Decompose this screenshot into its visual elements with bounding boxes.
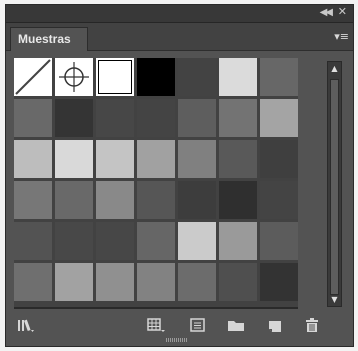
color-swatch[interactable] — [178, 181, 216, 219]
swatch-libraries-menu-button[interactable] — [16, 316, 36, 334]
color-swatch[interactable] — [137, 99, 175, 137]
delete-swatch-button[interactable] — [303, 316, 323, 334]
color-swatch[interactable] — [14, 222, 52, 260]
color-swatch[interactable] — [137, 181, 175, 219]
color-swatch[interactable] — [178, 99, 216, 137]
registration-target-icon — [59, 62, 89, 92]
color-swatch[interactable] — [96, 222, 134, 260]
color-swatch[interactable] — [260, 58, 298, 96]
color-swatch[interactable] — [260, 222, 298, 260]
grid-menu-icon — [147, 318, 165, 332]
color-swatch[interactable] — [55, 222, 93, 260]
color-swatch[interactable] — [14, 263, 52, 301]
color-swatch[interactable] — [219, 99, 257, 137]
color-swatch[interactable] — [260, 263, 298, 301]
swatch-none[interactable] — [14, 58, 52, 96]
color-swatch-selected[interactable] — [96, 58, 134, 96]
tab-row: Muestras ▾≡ — [6, 23, 353, 51]
tab-muestras[interactable]: Muestras — [10, 27, 88, 51]
swatch-libraries-icon — [18, 319, 34, 332]
color-swatch[interactable] — [219, 222, 257, 260]
color-swatch[interactable] — [55, 263, 93, 301]
close-icon[interactable]: ✕ — [338, 5, 347, 18]
panel-menu-icon[interactable]: ▾≡ — [334, 30, 349, 43]
divider — [14, 307, 298, 309]
scroll-thumb[interactable] — [330, 79, 339, 295]
new-color-group-button[interactable] — [226, 316, 246, 334]
color-swatch[interactable] — [96, 140, 134, 178]
color-swatch[interactable] — [14, 140, 52, 178]
color-swatch[interactable] — [178, 263, 216, 301]
double-chevron-left-icon[interactable]: ◀◀ — [320, 7, 333, 18]
folder-icon — [228, 321, 244, 331]
trash-icon — [306, 318, 318, 332]
color-swatch[interactable] — [219, 140, 257, 178]
color-swatch[interactable] — [137, 58, 175, 96]
color-swatch[interactable] — [96, 99, 134, 137]
swatches-panel: ◀◀ ✕ Muestras ▾≡ ▲ ▼ — [5, 4, 354, 347]
scroll-down-arrow-icon[interactable]: ▼ — [328, 295, 341, 304]
panel-title-bar: ◀◀ ✕ — [6, 5, 353, 23]
color-swatch[interactable] — [14, 99, 52, 137]
color-swatch[interactable] — [137, 263, 175, 301]
color-swatch[interactable] — [219, 58, 257, 96]
swatch-options-button[interactable] — [188, 316, 208, 334]
color-swatch[interactable] — [178, 58, 216, 96]
new-swatch-icon — [269, 321, 281, 332]
color-swatch[interactable] — [55, 99, 93, 137]
vertical-scrollbar[interactable]: ▲ ▼ — [327, 61, 342, 307]
color-swatch[interactable] — [260, 181, 298, 219]
color-swatch[interactable] — [137, 222, 175, 260]
color-swatch[interactable] — [96, 263, 134, 301]
color-swatch[interactable] — [260, 99, 298, 137]
none-slash-icon — [15, 59, 51, 95]
tab-label: Muestras — [18, 32, 71, 46]
swatch-options-icon — [190, 318, 205, 332]
show-swatch-kinds-menu-button[interactable] — [146, 316, 166, 334]
color-swatch[interactable] — [137, 140, 175, 178]
new-swatch-button[interactable] — [266, 316, 286, 334]
color-swatch[interactable] — [14, 181, 52, 219]
color-swatch[interactable] — [55, 181, 93, 219]
swatch-registration[interactable] — [55, 58, 93, 96]
panel-toolbar — [6, 312, 353, 338]
color-swatch[interactable] — [219, 263, 257, 301]
scroll-up-arrow-icon[interactable]: ▲ — [328, 64, 341, 73]
resize-grip[interactable] — [166, 338, 188, 342]
color-swatch[interactable] — [219, 181, 257, 219]
color-swatch[interactable] — [178, 140, 216, 178]
color-swatch[interactable] — [96, 181, 134, 219]
swatch-grid — [14, 58, 298, 308]
color-swatch[interactable] — [260, 140, 298, 178]
color-swatch[interactable] — [178, 222, 216, 260]
color-swatch[interactable] — [55, 140, 93, 178]
